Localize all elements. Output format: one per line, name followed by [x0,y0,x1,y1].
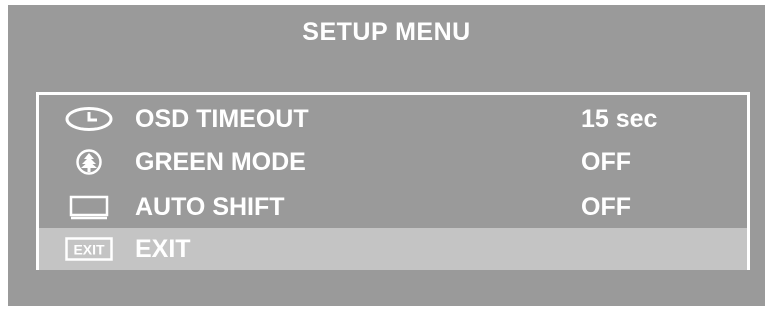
menu-options-box: OSD TIMEOUT 15 sec GREEN MODE OFF AUTO S… [36,92,750,270]
menu-item-osd-timeout[interactable]: OSD TIMEOUT 15 sec [39,98,747,140]
monitor-icon [64,194,114,220]
clock-icon [64,106,114,132]
menu-item-value: OFF [581,148,631,176]
exit-icon-text: EXIT [73,242,105,258]
menu-item-label: GREEN MODE [135,148,306,176]
exit-icon: EXIT [64,236,114,262]
menu-item-value: 15 sec [581,105,658,133]
menu-title: SETUP MENU [302,18,471,46]
menu-item-label: OSD TIMEOUT [135,105,309,133]
tree-icon [64,149,114,175]
menu-item-green-mode[interactable]: GREEN MODE OFF [39,141,747,183]
menu-item-label: AUTO SHIFT [135,193,285,221]
menu-item-auto-shift[interactable]: AUTO SHIFT OFF [39,186,747,228]
menu-item-label: EXIT [135,235,191,263]
menu-item-value: OFF [581,193,631,221]
menu-item-exit[interactable]: EXIT EXIT [39,228,747,270]
osd-setup-menu: SETUP MENU OSD TIMEOUT 15 sec GREEN MODE… [8,5,765,306]
